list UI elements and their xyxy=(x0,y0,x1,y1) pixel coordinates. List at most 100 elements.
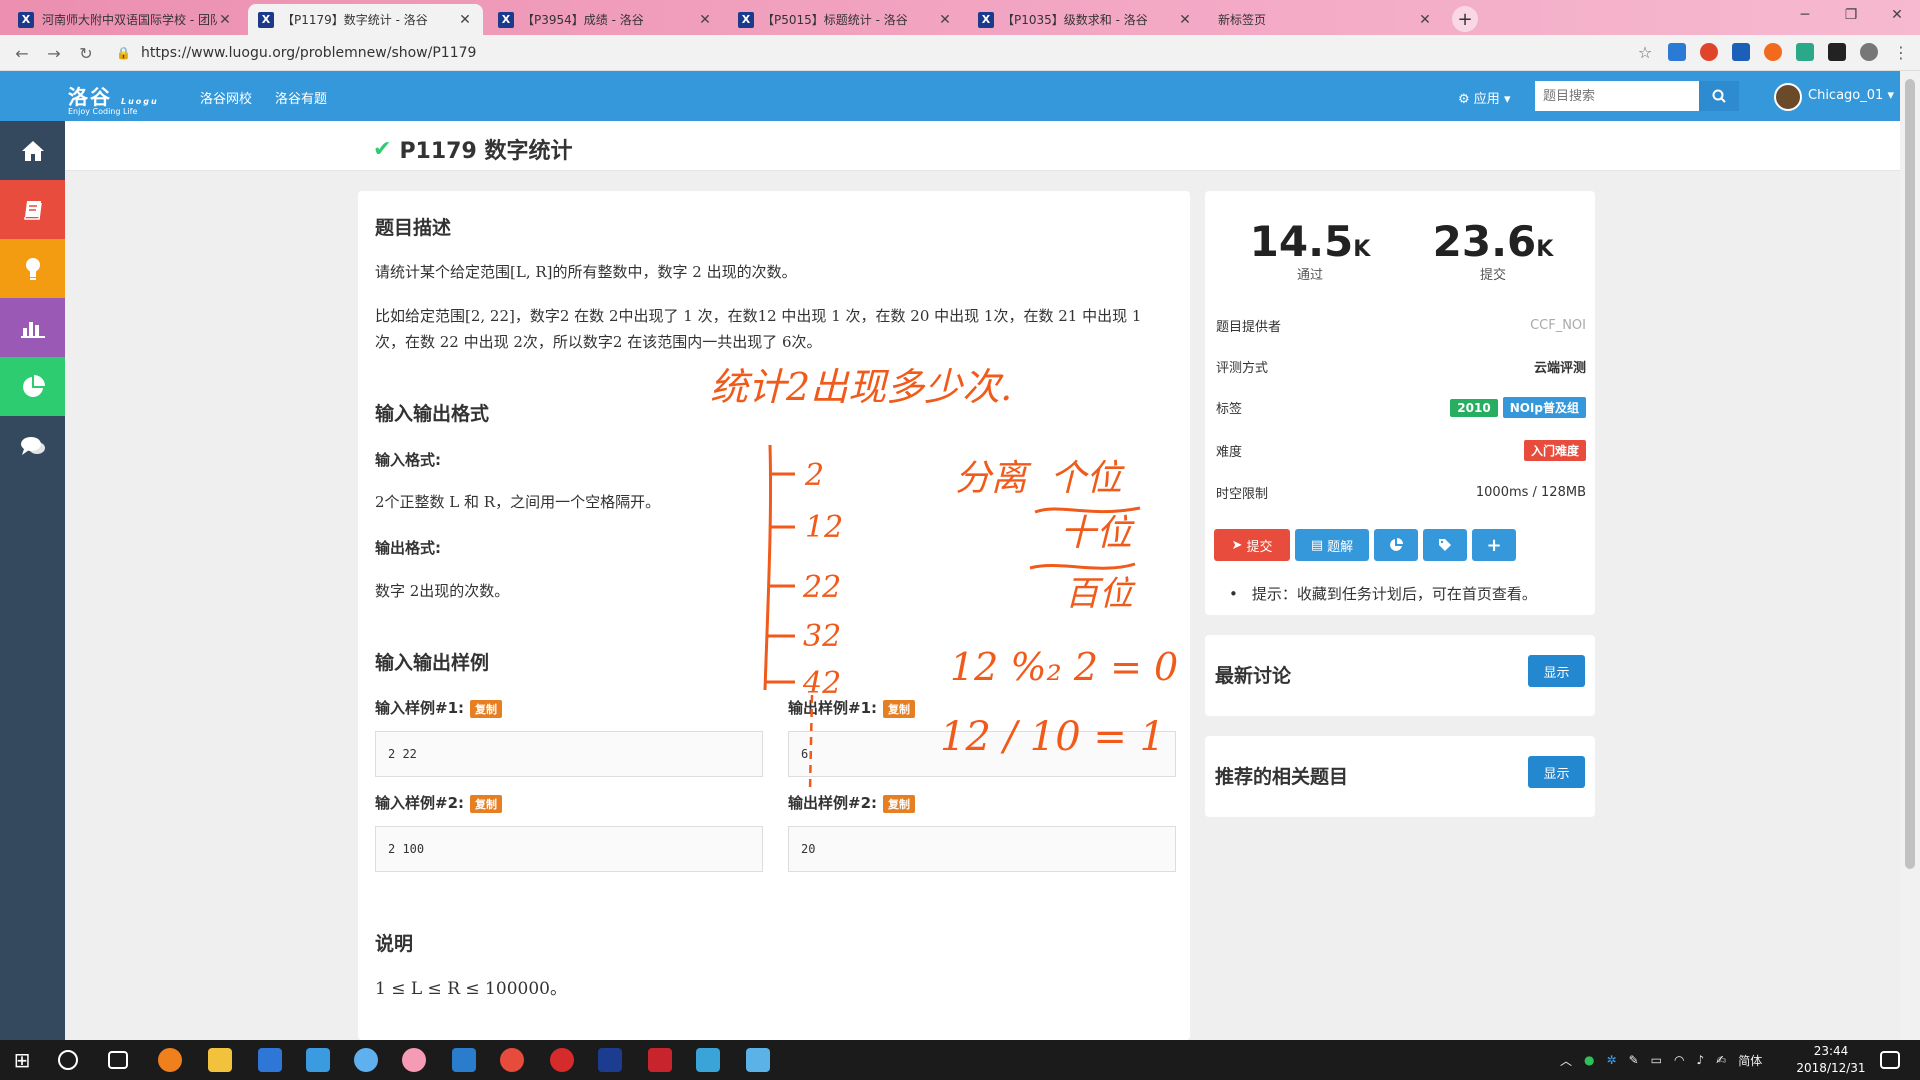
tag-badge[interactable]: 2010 xyxy=(1450,398,1498,417)
tray-app-icon[interactable]: ✎ xyxy=(1629,1053,1639,1067)
app-icon[interactable] xyxy=(258,1048,282,1072)
extension-icon[interactable] xyxy=(1764,43,1782,61)
add-to-plan-button[interactable]: + xyxy=(1472,529,1516,561)
battery-icon[interactable]: ▭ xyxy=(1651,1053,1662,1067)
page-scrollbar[interactable] xyxy=(1900,71,1920,1040)
browser-tab[interactable]: X 河南师大附中双语国际学校 - 团队 ✕ xyxy=(8,4,243,35)
copy-button[interactable]: 复制 xyxy=(470,699,503,718)
extension-icon[interactable] xyxy=(1828,43,1846,61)
forward-icon[interactable]: → xyxy=(42,41,66,65)
extension-icon[interactable] xyxy=(1668,43,1686,61)
search-icon[interactable] xyxy=(58,1050,78,1070)
close-tab-icon[interactable]: ✕ xyxy=(1417,12,1433,28)
lock-icon: 🔒 xyxy=(116,46,131,60)
pen-icon[interactable]: ✍ xyxy=(1716,1053,1726,1067)
new-tab-icon[interactable]: + xyxy=(1452,6,1478,32)
address-bar[interactable]: 🔒 https://www.luogu.org/problemnew/show/… xyxy=(116,39,1632,67)
copy-button[interactable]: 复制 xyxy=(883,794,916,813)
sidebar-item-records[interactable] xyxy=(0,298,65,357)
luogu-favicon-icon: X xyxy=(498,11,514,28)
close-tab-icon[interactable]: ✕ xyxy=(217,12,233,28)
windows-start-icon[interactable]: ⊞ xyxy=(10,1048,34,1072)
nav-link-school[interactable]: 洛谷网校 xyxy=(200,88,252,107)
search-icon xyxy=(1712,89,1726,103)
restore-icon[interactable]: ❐ xyxy=(1828,0,1874,30)
solution-button[interactable]: ▤ 题解 xyxy=(1295,529,1369,561)
sample-input-box-2[interactable]: 2 100 xyxy=(375,826,763,872)
bookmark-star-icon[interactable]: ☆ xyxy=(1636,43,1654,62)
show-related-button[interactable]: 显示 xyxy=(1528,756,1585,788)
limit-row: 时空限制 1000ms / 128MB xyxy=(1216,481,1586,503)
menu-dots-icon[interactable]: ⋮ xyxy=(1892,43,1910,62)
file-explorer-icon[interactable] xyxy=(208,1048,232,1072)
sample-input-label-2: 输入样例#2: 复制 xyxy=(375,792,503,813)
app-icon[interactable] xyxy=(402,1048,426,1072)
app-icon[interactable] xyxy=(696,1048,720,1072)
app-icon[interactable] xyxy=(550,1048,574,1072)
user-menu[interactable]: Chicago_01 ▾ xyxy=(1808,88,1894,103)
submit-button[interactable]: ➤ 提交 xyxy=(1214,529,1290,561)
notification-icon[interactable] xyxy=(1880,1051,1900,1069)
reload-icon[interactable]: ↻ xyxy=(74,41,98,65)
back-icon[interactable]: ← xyxy=(10,41,34,65)
sidebar-item-home[interactable] xyxy=(0,121,65,180)
vscode-icon[interactable] xyxy=(452,1048,476,1072)
browser-tab[interactable]: X 【P5015】标题统计 - 洛谷 ✕ xyxy=(728,4,963,35)
browser-tab[interactable]: X 【P1035】级数求和 - 洛谷 ✕ xyxy=(968,4,1203,35)
output-format-text: 数字 2出现的次数。 xyxy=(375,582,510,600)
nav-link-problems[interactable]: 洛谷有题 xyxy=(275,88,327,107)
ime-language[interactable]: 简体 xyxy=(1738,1052,1762,1069)
browser-tab-active[interactable]: X 【P1179】数字统计 - 洛谷 ✕ xyxy=(248,4,483,35)
provider-value[interactable]: CCF_NOI xyxy=(1530,318,1586,333)
wifi-icon[interactable]: ◠ xyxy=(1674,1053,1684,1067)
extension-icon[interactable] xyxy=(1796,43,1814,61)
app-icon[interactable] xyxy=(648,1048,672,1072)
tag-badge[interactable]: NOIp普及组 xyxy=(1502,396,1586,418)
sample-input-box-1[interactable]: 2 22 xyxy=(375,731,763,777)
avatar[interactable] xyxy=(1774,83,1802,111)
dev-cpp-icon[interactable] xyxy=(598,1048,622,1072)
luogu-logo[interactable]: 洛谷 Luogu Enjoy Coding Life xyxy=(68,81,159,116)
clock[interactable]: 23:44 2018/12/31 xyxy=(1796,1043,1866,1077)
sidebar-item-problems[interactable] xyxy=(0,180,65,239)
copy-button[interactable]: 复制 xyxy=(470,794,503,813)
browser-tab[interactable]: 新标签页 ✕ xyxy=(1208,4,1443,35)
scrollbar-thumb[interactable] xyxy=(1905,79,1915,869)
sample-output-box-2[interactable]: 20 xyxy=(788,826,1176,872)
extension-icon[interactable] xyxy=(1700,43,1718,61)
tags-row: 标签 2010 NOIp普及组 xyxy=(1216,396,1586,418)
profile-icon[interactable] xyxy=(1860,43,1878,61)
close-tab-icon[interactable]: ✕ xyxy=(937,12,953,28)
volume-icon[interactable]: ♪ xyxy=(1696,1053,1704,1067)
minimize-icon[interactable]: ─ xyxy=(1782,0,1828,30)
copy-button[interactable]: 复制 xyxy=(883,699,916,718)
chevron-up-icon[interactable]: ︿ xyxy=(1560,1052,1572,1069)
search-button[interactable] xyxy=(1699,81,1739,111)
hint-text: 提示：收藏到任务计划后，可在首页查看。 xyxy=(1229,583,1537,604)
problem-search-input[interactable] xyxy=(1535,81,1699,111)
difficulty-badge: 入门难度 xyxy=(1523,439,1586,461)
stats-button[interactable] xyxy=(1374,529,1418,561)
accepted-check-icon: ✔ xyxy=(373,136,392,162)
app-icon[interactable] xyxy=(306,1048,330,1072)
extension-icon[interactable] xyxy=(1732,43,1750,61)
task-view-icon[interactable] xyxy=(108,1051,128,1069)
apps-menu[interactable]: ⚙ 应用 ▾ xyxy=(1458,88,1510,107)
browser-tab[interactable]: X 【P3954】成绩 - 洛谷 ✕ xyxy=(488,4,723,35)
close-tab-icon[interactable]: ✕ xyxy=(1177,12,1193,28)
close-window-icon[interactable]: ✕ xyxy=(1874,0,1920,30)
tray-app-icon[interactable]: ✲ xyxy=(1607,1053,1617,1067)
wechat-icon[interactable]: ● xyxy=(1584,1053,1594,1067)
close-tab-icon[interactable]: ✕ xyxy=(457,12,473,28)
app-icon[interactable] xyxy=(158,1048,182,1072)
chrome-icon[interactable] xyxy=(500,1048,524,1072)
close-tab-icon[interactable]: ✕ xyxy=(697,12,713,28)
sidebar-item-discuss[interactable] xyxy=(0,416,65,475)
app-icon[interactable] xyxy=(354,1048,378,1072)
sidebar-item-training[interactable] xyxy=(0,239,65,298)
show-discussion-button[interactable]: 显示 xyxy=(1528,655,1585,687)
tag-button[interactable] xyxy=(1423,529,1467,561)
sample-output-box-1[interactable]: 6 xyxy=(788,731,1176,777)
app-icon[interactable] xyxy=(746,1048,770,1072)
sidebar-item-contests[interactable] xyxy=(0,357,65,416)
